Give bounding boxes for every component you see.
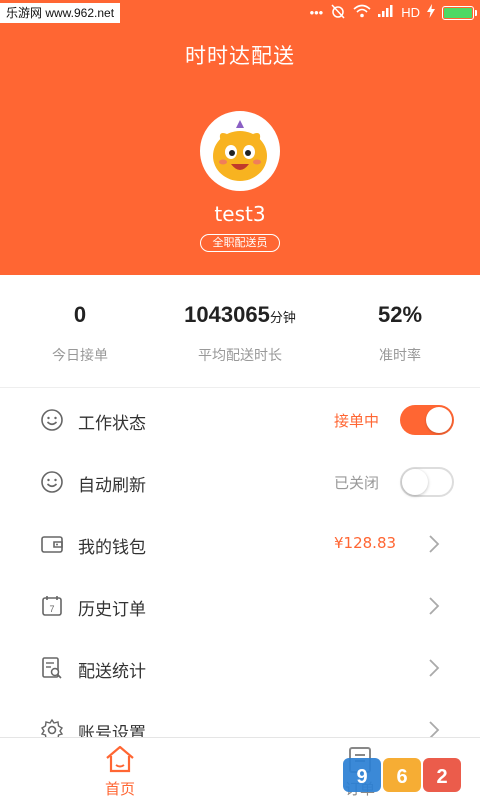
stat-value: 52% (377, 302, 423, 327)
toggle-knob (426, 407, 452, 433)
network-label: HD (401, 5, 420, 20)
menu-label: 我的钱包 (78, 538, 146, 558)
auto-refresh-toggle[interactable] (400, 467, 454, 497)
wifi-icon (353, 4, 371, 23)
auto-refresh-status-text: 已关闭 (334, 474, 380, 492)
site-logo-watermark: 9 6 2 (343, 758, 461, 792)
menu-label: 自动刷新 (78, 476, 146, 496)
stat-label: 今日接单 (52, 348, 108, 364)
nav-home[interactable]: 首页 (60, 738, 180, 800)
profile-header: 乐游网 www.962.net ••• HD 时时达配送 test3 全职配送员 (0, 0, 480, 275)
signal-icon (378, 4, 394, 22)
alarm-off-icon (330, 3, 346, 24)
wallet-balance: ¥128.83 (334, 534, 397, 552)
status-icons: ••• HD (309, 3, 477, 24)
report-icon (42, 657, 62, 679)
app-title: 时时达配送 (185, 44, 295, 68)
settings-menu: 工作状态 接单中 自动刷新 已关闭 我的钱包 ¥128.83 7 历史订单 配送… (0, 389, 480, 761)
stat-label: 平均配送时长 (198, 348, 282, 364)
role-badge: 全职配送员 (200, 234, 280, 252)
wallet-icon (41, 536, 63, 553)
menu-item-wallet[interactable]: 我的钱包 ¥128.83 (0, 513, 480, 575)
svg-text:2: 2 (436, 766, 447, 788)
menu-item-order-history[interactable]: 7 历史订单 (0, 575, 480, 637)
calendar-icon: 7 (42, 596, 62, 616)
menu-item-work-status: 工作状态 接单中 (0, 389, 480, 451)
stats-panel: 0 今日接单 1043065分钟 平均配送时长 52% 准时率 (0, 275, 480, 388)
chevron-right-icon (429, 659, 440, 677)
menu-label: 历史订单 (78, 600, 146, 620)
username: test3 (214, 202, 266, 226)
stat-value: 1043065分钟 (184, 302, 296, 327)
smiley-icon (41, 409, 63, 431)
svg-text:9: 9 (356, 766, 367, 788)
svg-text:7: 7 (49, 604, 54, 614)
chevron-right-icon (429, 535, 440, 553)
stat-label: 准时率 (379, 348, 421, 364)
toggle-knob (402, 469, 428, 495)
more-dots-icon: ••• (309, 5, 324, 20)
menu-label: 配送统计 (78, 662, 146, 682)
mascot-avatar-icon (203, 114, 277, 188)
smiley-icon (41, 471, 63, 493)
status-bar: 乐游网 www.962.net ••• HD (0, 0, 480, 26)
svg-text:6: 6 (396, 766, 407, 788)
charging-icon (427, 3, 435, 23)
stat-value: 0 (73, 302, 87, 327)
watermark-label: 乐游网 www.962.net (0, 3, 121, 23)
nav-home-label: 首页 (104, 780, 135, 798)
home-icon (106, 745, 134, 773)
avatar[interactable] (200, 111, 280, 191)
menu-item-delivery-stats[interactable]: 配送统计 (0, 637, 480, 699)
work-status-text: 接单中 (334, 412, 380, 430)
work-status-toggle[interactable] (400, 405, 454, 435)
menu-item-auto-refresh: 自动刷新 已关闭 (0, 451, 480, 513)
menu-label: 工作状态 (78, 414, 146, 434)
chevron-right-icon (429, 597, 440, 615)
battery-icon (442, 6, 477, 20)
